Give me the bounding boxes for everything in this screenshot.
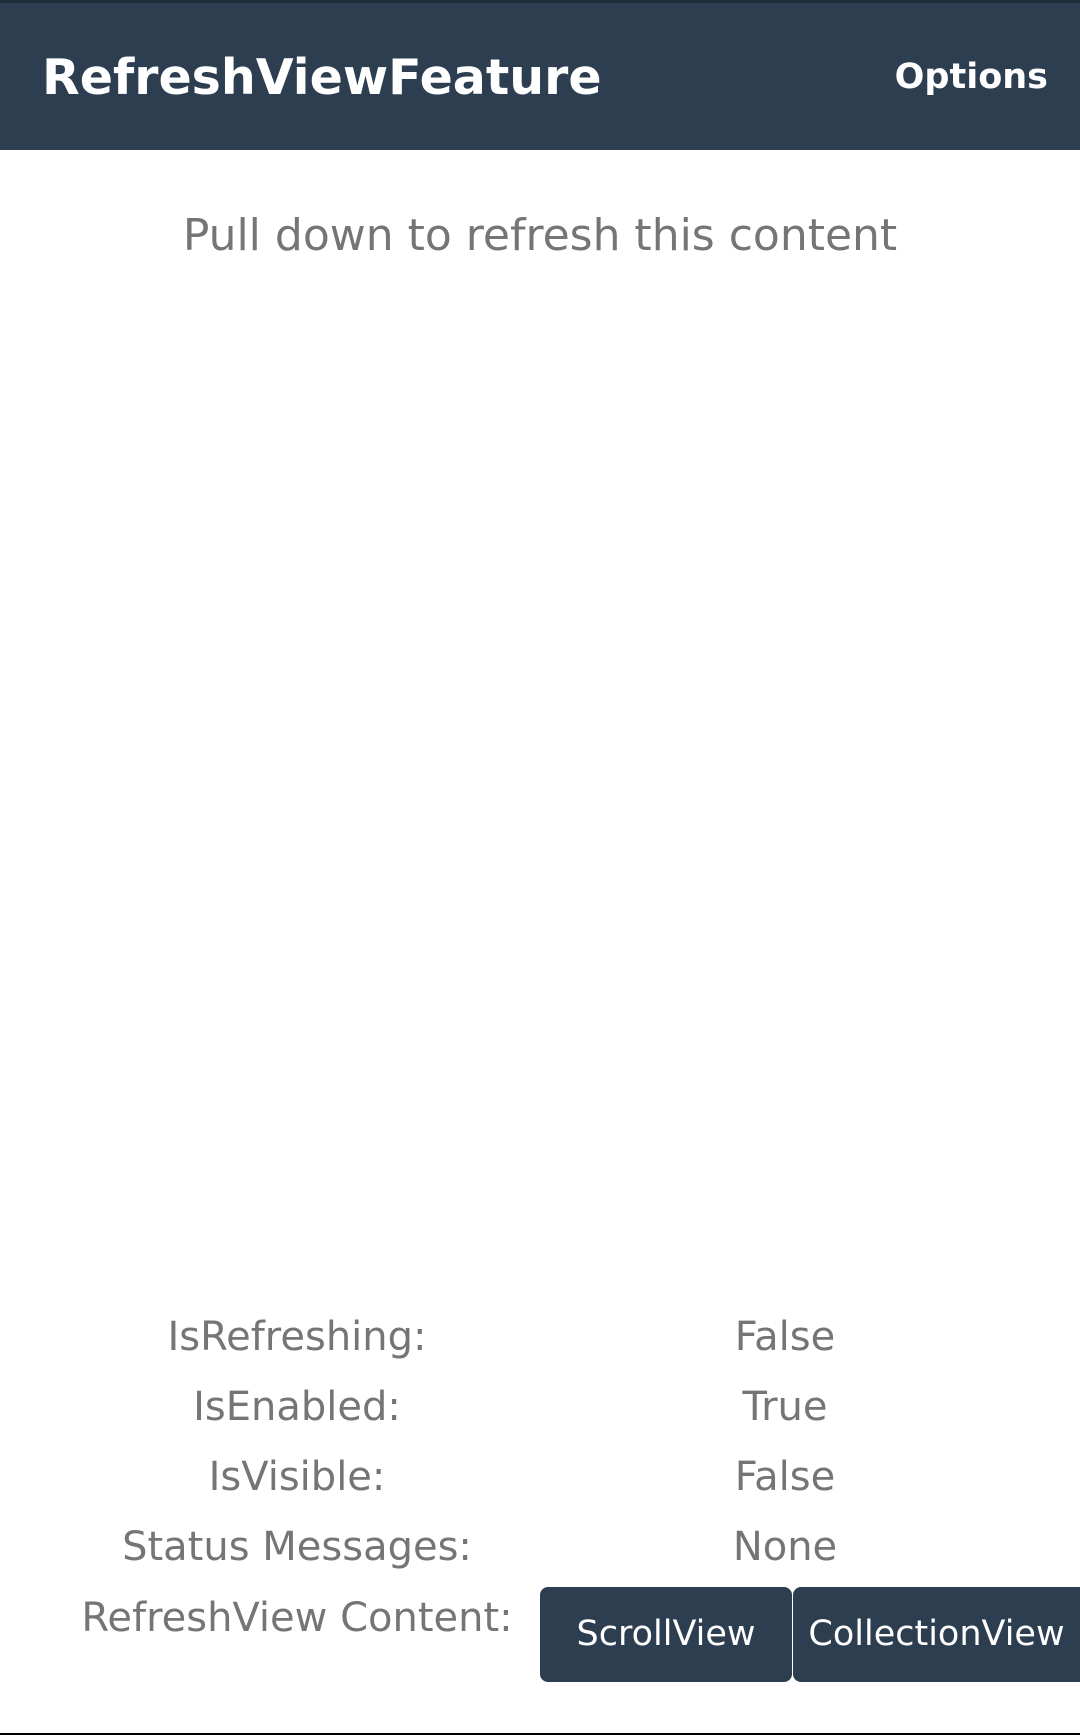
status-row-status-messages: Status Messages: None [0,1517,1080,1577]
is-visible-value: False [734,1454,836,1500]
app-bar-edge [0,0,1080,3]
refresh-view-page: RefreshViewFeature Options Pull down to … [0,0,1080,1735]
refresh-view-content-label: RefreshView Content: [81,1595,513,1641]
scrollview-button[interactable]: ScrollView [540,1587,792,1682]
is-visible-label: IsVisible: [208,1454,386,1500]
app-bar: RefreshViewFeature Options [0,0,1080,150]
is-enabled-value: True [742,1384,828,1430]
status-messages-value: None [732,1524,838,1570]
options-button[interactable]: Options [895,52,1048,102]
status-row-is-visible: IsVisible: False [0,1447,1080,1507]
page-title: RefreshViewFeature [42,49,602,106]
pull-to-refresh-hint: Pull down to refresh this content [182,210,898,261]
status-messages-label: Status Messages: [122,1524,472,1570]
is-refreshing-label: IsRefreshing: [167,1314,427,1360]
collectionview-button[interactable]: CollectionView [793,1587,1080,1682]
is-enabled-label: IsEnabled: [193,1384,401,1430]
status-row-is-refreshing: IsRefreshing: False [0,1307,1080,1367]
status-row-is-enabled: IsEnabled: True [0,1377,1080,1437]
is-refreshing-value: False [734,1314,836,1360]
refresh-view-content[interactable]: Pull down to refresh this content [0,150,1080,1280]
